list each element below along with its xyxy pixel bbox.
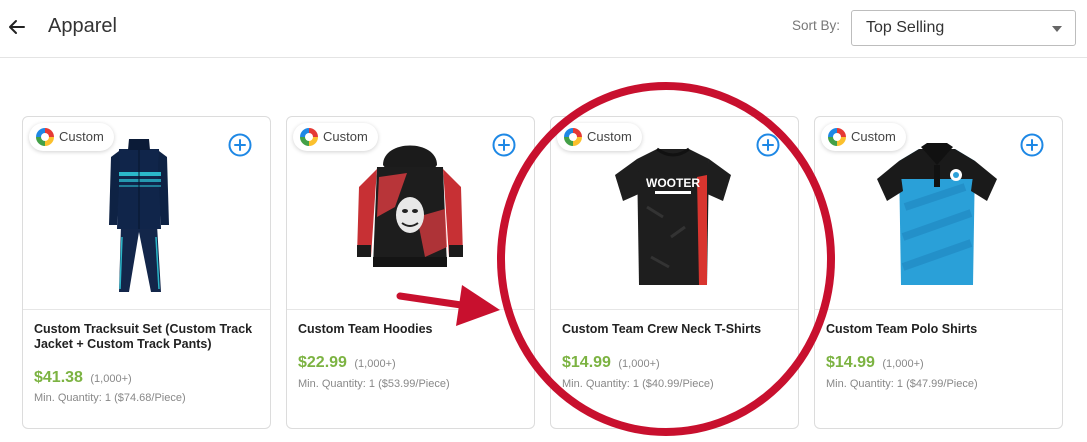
- product-price: $14.99: [562, 354, 611, 371]
- product-price: $14.99: [826, 354, 875, 371]
- custom-badge-label: Custom: [323, 129, 368, 144]
- add-circle-icon: [1020, 133, 1044, 157]
- add-to-cart-button[interactable]: [492, 133, 516, 157]
- custom-color-icon: [828, 128, 846, 146]
- product-name[interactable]: Custom Team Crew Neck T-Shirts: [562, 322, 790, 337]
- back-arrow-icon: [9, 20, 25, 34]
- page-header: Apparel Sort By: Top Selling: [0, 0, 1087, 58]
- quantity-note: (1,000+): [882, 358, 924, 370]
- chevron-down-icon: [1052, 26, 1062, 32]
- custom-badge-label: Custom: [851, 129, 896, 144]
- shirt-print-text: WOOTER: [646, 176, 700, 190]
- product-price: $41.38: [34, 369, 83, 386]
- custom-badge: Custom: [821, 123, 906, 151]
- page-title: Apparel: [48, 15, 117, 37]
- min-quantity: Min. Quantity: 1 ($40.99/Piece): [562, 378, 714, 390]
- product-image[interactable]: WOOTER Custom: [551, 117, 798, 310]
- product-card-tshirt[interactable]: WOOTER Custom Custom Team Crew Neck T-Sh…: [550, 116, 799, 429]
- product-name[interactable]: Custom Tracksuit Set (Custom Track Jacke…: [34, 322, 262, 352]
- custom-badge-label: Custom: [59, 129, 104, 144]
- add-circle-icon: [756, 133, 780, 157]
- price-row: $41.38 (1,000+): [34, 369, 264, 387]
- custom-color-icon: [300, 128, 318, 146]
- back-button[interactable]: [4, 14, 30, 40]
- custom-badge: Custom: [557, 123, 642, 151]
- product-price: $22.99: [298, 354, 347, 371]
- product-image[interactable]: Custom: [815, 117, 1062, 310]
- min-quantity: Min. Quantity: 1 ($47.99/Piece): [826, 378, 978, 390]
- add-to-cart-button[interactable]: [1020, 133, 1044, 157]
- custom-color-icon: [564, 128, 582, 146]
- quantity-note: (1,000+): [354, 358, 396, 370]
- custom-badge: Custom: [29, 123, 114, 151]
- price-row: $22.99 (1,000+): [298, 354, 528, 372]
- quantity-note: (1,000+): [618, 358, 660, 370]
- product-card-tracksuit[interactable]: Custom Custom Tracksuit Set (Custom Trac…: [22, 116, 271, 429]
- quantity-note: (1,000+): [90, 373, 132, 385]
- product-card-polo[interactable]: Custom Custom Team Polo Shirts $14.99 (1…: [814, 116, 1063, 429]
- price-row: $14.99 (1,000+): [826, 354, 1056, 372]
- product-image[interactable]: Custom: [287, 117, 534, 310]
- product-name[interactable]: Custom Team Polo Shirts: [826, 322, 1054, 337]
- min-quantity: Min. Quantity: 1 ($53.99/Piece): [298, 378, 450, 390]
- add-to-cart-button[interactable]: [228, 133, 252, 157]
- custom-badge-label: Custom: [587, 129, 632, 144]
- product-card-hoodie[interactable]: Custom Custom Team Hoodies $22.99 (1,000…: [286, 116, 535, 429]
- add-circle-icon: [492, 133, 516, 157]
- sort-selected-value: Top Selling: [866, 19, 945, 36]
- add-circle-icon: [228, 133, 252, 157]
- custom-badge: Custom: [293, 123, 378, 151]
- min-quantity: Min. Quantity: 1 ($74.68/Piece): [34, 392, 186, 404]
- product-name[interactable]: Custom Team Hoodies: [298, 322, 526, 337]
- custom-color-icon: [36, 128, 54, 146]
- add-to-cart-button[interactable]: [756, 133, 780, 157]
- price-row: $14.99 (1,000+): [562, 354, 792, 372]
- product-image[interactable]: Custom: [23, 117, 270, 310]
- sort-label: Sort By:: [792, 18, 841, 33]
- sort-select[interactable]: Top Selling: [851, 10, 1076, 46]
